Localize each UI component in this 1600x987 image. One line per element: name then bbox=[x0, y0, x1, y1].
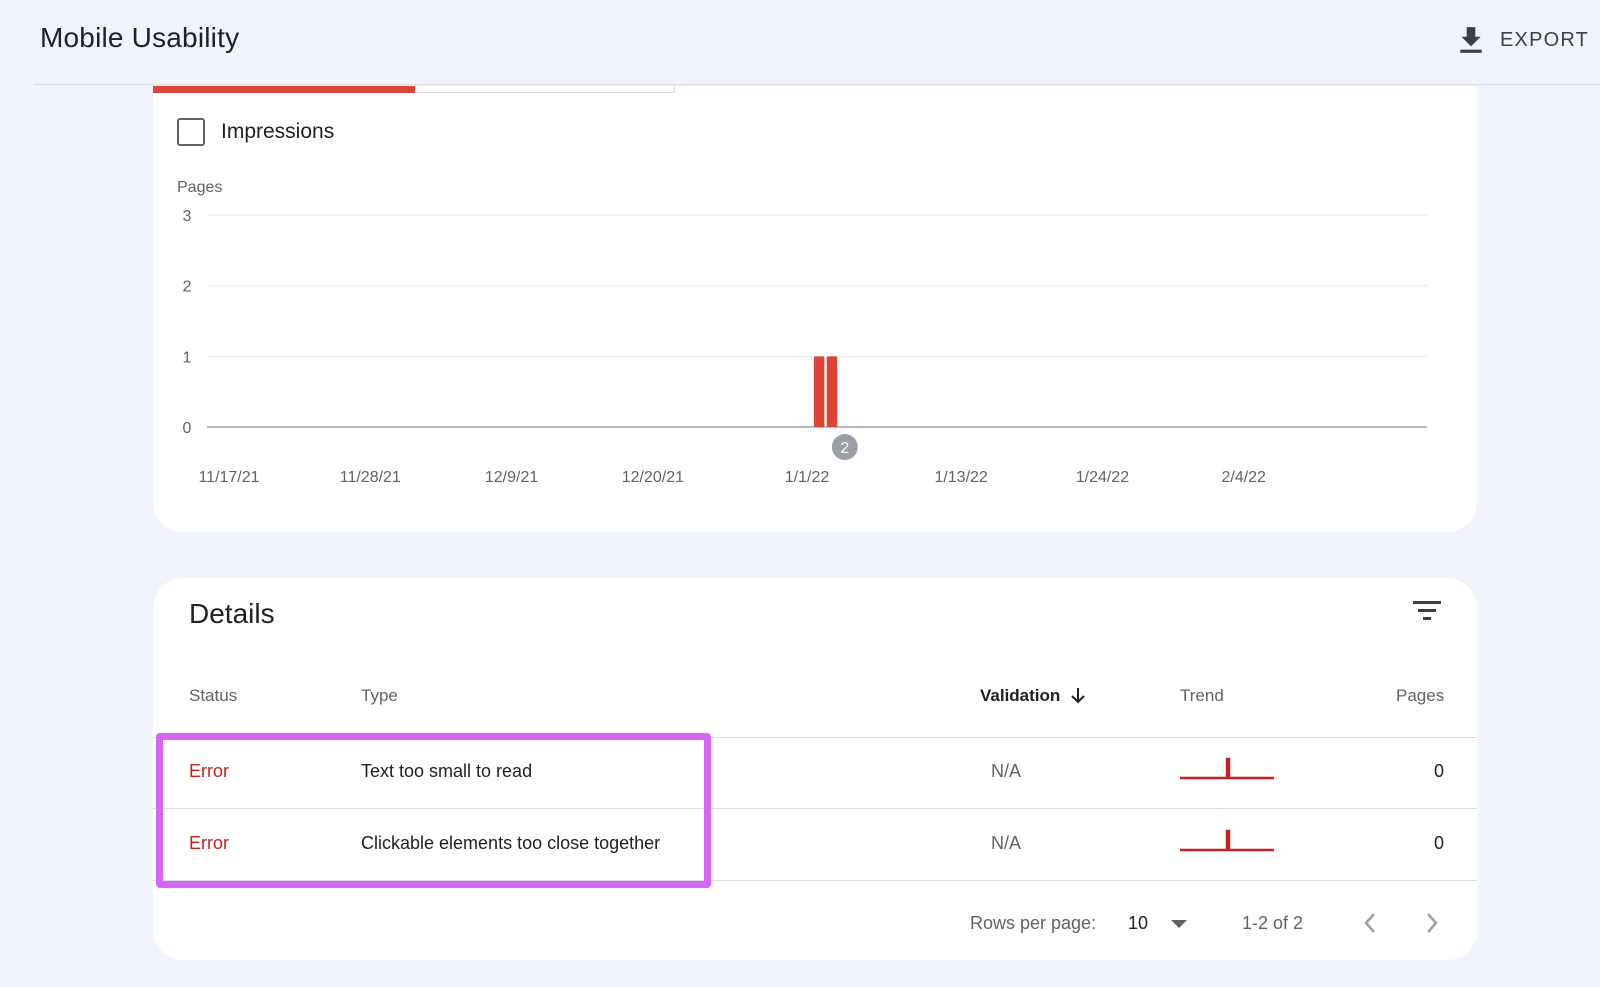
export-button[interactable]: EXPORT bbox=[1458, 20, 1598, 60]
valid-tab-indicator[interactable] bbox=[415, 86, 675, 93]
column-header-pages[interactable]: Pages bbox=[1396, 686, 1444, 706]
caret-down-icon[interactable] bbox=[1168, 914, 1190, 934]
bar bbox=[826, 356, 838, 427]
impressions-checkbox[interactable] bbox=[177, 118, 205, 146]
column-header-type[interactable]: Type bbox=[361, 686, 398, 706]
trend-sparkline bbox=[1180, 829, 1274, 852]
x-tick-label: 11/28/21 bbox=[340, 469, 401, 486]
x-tick-label: 1/1/22 bbox=[785, 469, 830, 486]
x-tick-label: 2/4/22 bbox=[1221, 469, 1266, 486]
y-axis-label: Pages bbox=[177, 179, 222, 196]
highlight-annotation bbox=[156, 733, 711, 888]
y-tick-label: 1 bbox=[183, 349, 192, 366]
impressions-label: Impressions bbox=[221, 120, 335, 143]
x-tick-label: 1/13/22 bbox=[934, 469, 987, 486]
page-title: Mobile Usability bbox=[40, 22, 240, 53]
page-header: Mobile Usability EXPORT bbox=[0, 0, 1600, 85]
trend-sparkline bbox=[1180, 757, 1274, 780]
chevron-right-icon[interactable] bbox=[1420, 908, 1444, 938]
row-pages: 0 bbox=[1434, 833, 1445, 853]
x-tick-label: 1/24/22 bbox=[1076, 469, 1129, 486]
rows-per-page-select[interactable]: 10 bbox=[1128, 913, 1148, 934]
pagination-range: 1-2 of 2 bbox=[1242, 913, 1304, 933]
column-header-validation[interactable]: Validation bbox=[980, 686, 1086, 706]
annotation-label: 2 bbox=[840, 440, 849, 457]
bar bbox=[813, 356, 825, 427]
x-tick-label: 12/20/21 bbox=[622, 469, 684, 486]
export-label: EXPORT bbox=[1500, 28, 1590, 51]
details-title: Details bbox=[189, 598, 275, 629]
errors-tab-indicator[interactable] bbox=[153, 86, 415, 93]
validation-header-label: Validation bbox=[980, 686, 1061, 705]
row-validation: N/A bbox=[991, 761, 1022, 781]
arrow-down-icon bbox=[1071, 688, 1086, 704]
pages-chart: Pages 3 2 1 0 11/17/21 11/28/21 12/9/21 12/20/21… bbox=[177, 179, 1427, 486]
y-tick-label: 0 bbox=[183, 420, 192, 437]
x-tick-label: 12/9/21 bbox=[485, 469, 538, 486]
impressions-toggle[interactable]: Impressions bbox=[177, 117, 334, 147]
x-tick-label: 11/17/21 bbox=[198, 469, 259, 486]
row-validation: N/A bbox=[991, 833, 1022, 853]
row-pages: 0 bbox=[1434, 761, 1445, 781]
column-header-trend[interactable]: Trend bbox=[1180, 686, 1224, 706]
chevron-left-icon[interactable] bbox=[1358, 908, 1382, 938]
filter-icon[interactable] bbox=[1412, 598, 1442, 624]
column-header-status[interactable]: Status bbox=[189, 686, 237, 706]
rows-per-page-label: Rows per page: bbox=[970, 913, 1097, 933]
y-tick-label: 2 bbox=[183, 279, 192, 296]
y-tick-label: 3 bbox=[183, 208, 192, 225]
header-divider bbox=[34, 84, 1600, 85]
download-icon bbox=[1460, 27, 1482, 53]
